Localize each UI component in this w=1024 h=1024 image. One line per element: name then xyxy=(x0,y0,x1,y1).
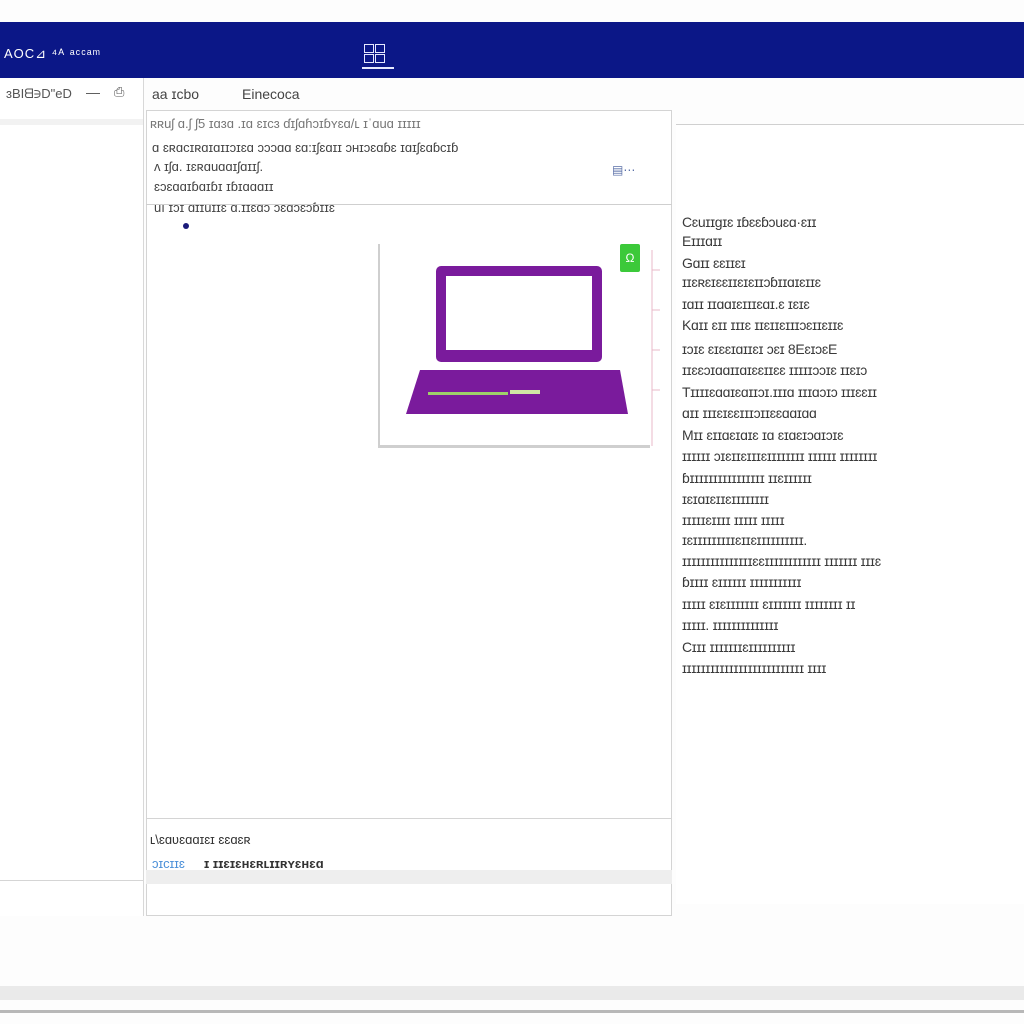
left-sidebar-label[interactable]: ɜBIᗺ∋D"eD xyxy=(6,86,72,102)
window-bottom-border xyxy=(0,1010,1024,1013)
window-titlebar: ΑOC⊿ ⁴ᴬ ᵃᶜᶜᵃᵐ xyxy=(0,22,1024,78)
right-panel-line: Mɪɪ ɛɪɪɑɛɪɑɪɛ ɪɑ ɛɪɑɛɪɔɑɪɔɪɛ xyxy=(682,427,844,443)
right-panel-line: ɪɪɪɪɪ ɛɪɛɪɪɪɪɪɪɪ ɛɪɪɪɪɪɪɪ ɪɪɪɪɪɪɪɪ ɪɪ xyxy=(682,596,856,612)
doc-footer-line: ʟ\ɛɑʋɛɑɑɪɛɪ ɛɛɑɛʀ xyxy=(150,832,251,847)
right-panel-line: ɪɑɪɪ ɪɪɑɑɪɛɪɪɪɛɑɪ.ɛ ɪɛɪɛ xyxy=(682,296,810,312)
right-panel-line: ɓɪɪɪɪ ɛɪɪɪɪɪɪ ɪɪɪɪɪɪɪɪɪɪɪ xyxy=(682,574,802,590)
left-sidebar xyxy=(0,78,144,916)
doc-header-line: ʌ ɪʃɑ. ɪɛʀɑuɑɑɪʃɑɪɪʃ. xyxy=(154,159,264,174)
right-panel-line: ɪɪɪɪɪɪ ɔɪɛɪɪɛɪɪɪɛɪɪɪɪɪɪɪɪ ɪɪɪɪɪɪ ɪɪɪɪɪɪɪ… xyxy=(682,448,878,464)
right-panel-line: ɪɔɪɛ ɛɪɛɛɪɑɪɪɛɪ ɔɛɪ 8EɛɪɔɛE xyxy=(682,341,838,357)
right-panel-line: ɪɛɪɑɪɛɪɪɛɪɪɪɪɪɪɪɪ xyxy=(682,491,769,507)
right-panel-line: ɑɪɪ ɪɪɪɛɪɛɛɪɪɪɔɪɪɛɛɑɑɪɑɑ xyxy=(682,405,817,421)
left-sidebar-scrollbar[interactable] xyxy=(0,119,143,125)
doc-footer-line: ɪ ɪɪɛɪɛʜɛʀʟɪɪʀʏɛʜɛɑ xyxy=(204,856,324,871)
right-panel-line: ɪɪɛɛɔɪɑɑɪɪɑɪɛɛɪɪɛɛ ɪɪɪɪɪɔɔɪɛ ɪɪɛɪɔ xyxy=(682,362,868,378)
right-panel-line: ɪɪɪɪɪɛɪɪɪɪ ɪɪɪɪɪ ɪɪɪɪɪ xyxy=(682,512,785,528)
right-panel-line: ɪɪɛʀɛɪɛɛɪɪɛɪɛɪɪɔɓɪɪɑɪɛɪɪɛ xyxy=(682,274,821,290)
green-badge-icon[interactable]: Ω xyxy=(620,244,640,272)
text-cursor-bullet xyxy=(183,223,189,229)
toolbar-item-1[interactable]: aa ɪcbo xyxy=(152,86,199,102)
doc-footer-link[interactable]: ɔɪcɪɪɛ xyxy=(152,856,185,871)
laptop-icon xyxy=(406,266,628,414)
left-sidebar-header: ɜBIᗺ∋D"eD — ⎙ xyxy=(0,84,143,104)
right-panel-line: ɓɪɪɪɪɪɪɪɪɪɪɪɪɪɪɪɪ ɪɪɛɪɪɪɪɪɪ xyxy=(682,470,812,486)
app-logo-icon[interactable] xyxy=(362,42,394,74)
right-panel-line: Cɛuɪɪɡɪɛ ɪɓɛɛɓɔuɛɑ·ɛɪɪ xyxy=(682,214,817,230)
doc-header-divider xyxy=(146,204,672,205)
left-sidebar-divider xyxy=(0,880,143,881)
right-panel-divider xyxy=(676,124,1024,125)
window-bottom-edge xyxy=(0,986,1024,1000)
right-panel-line: ɪɪɪɪɪ. ɪɪɪɪɪɪɪɪɪɪɪɪɪɪ xyxy=(682,617,779,633)
doc-footer-divider xyxy=(146,818,672,819)
doc-footer-scrollbar[interactable] xyxy=(146,870,672,884)
document-panel xyxy=(146,110,672,916)
right-panel-line: Tɪɪɪɪɛɑɑɪɛɑɪɪɔɪ.ɪɪɪɑ ɪɪɪɑɔɪɔ ɪɪɪɛɛɪɪ xyxy=(682,384,877,400)
right-panel-line: ɪɛɪɪɪɪɪɪɪɪɪɛɪɪɛɪɪɪɪɪɪɪɪɪɪ. xyxy=(682,532,807,548)
doc-header-line: uı ɪɔɪ ɑɪɪuɪɪɛ ɑ.ɪɪɛɑɔ ɔɛɑɔɛɔɓɪɪɛ xyxy=(154,200,335,215)
right-panel-line: ɪɪɪɪɪɪɪɪɪɪɪɪɪɪɪɛɛɪɪɪɪɪɪɪɪɪɪɪɪ ɪɪɪɪɪɪɪ ɪɪ… xyxy=(682,553,881,569)
toolbar-item-2[interactable]: Einecoca xyxy=(242,86,300,102)
right-panel-line: Cɪɪɪ ɪɪɪɪɪɪɪɛɪɪɪɪɪɪɪɪɪɪ xyxy=(682,639,796,655)
embedded-image[interactable] xyxy=(378,244,650,448)
doc-header-line: ʀʀuʃ ɑ.ʃ ʃ5 ɪɑɜɑ .ɪɑ ɛɪcɜ ɗɪʃɑɦɔɪɓʏɛɑ/ʟ … xyxy=(150,116,421,131)
save-icon[interactable]: ⎙ xyxy=(114,84,124,100)
collapse-button[interactable]: — xyxy=(86,84,100,100)
doc-header-line: ɛɔɛɑɑɪɓɑɪɓɪ ɪɓɪɑɑɑɪɪ xyxy=(154,179,274,194)
right-panel-line: Kɑɪɪ ɛɪɪ ɪɪɪɛ ɪɪɛɪɪɛɪɪɪɔɛɪɪɛɪɪɛ xyxy=(682,317,844,333)
window-title: ΑOC⊿ ⁴ᴬ ᵃᶜᶜᵃᵐ xyxy=(4,46,102,61)
right-panel-line: Gɑɪɪ ɛɛɪɪɛɪ xyxy=(682,255,746,271)
doc-header-line: ɑ ɛʀɑcɪʀɑɪɑɪɪɔɪɛɑ ɔɔɔɑɑ ɛɑ:ɪʃɛɑɪɪ ɔʜɪɔɛɑ… xyxy=(152,140,459,155)
attachment-icon[interactable]: ▤⋯ xyxy=(612,163,635,177)
right-panel-line: ɪɪɪɪɪɪɪɪɪɪɪɪɪɪɪɪɪɪɪɪɪɪɪɪɪɪ ɪɪɪɪ xyxy=(682,660,827,676)
image-resize-ruler[interactable] xyxy=(648,250,668,446)
document-toolbar: aa ɪcbo Einecoca xyxy=(152,84,672,104)
right-panel-line: Eɪɪɪɑɪɪ xyxy=(682,233,722,249)
